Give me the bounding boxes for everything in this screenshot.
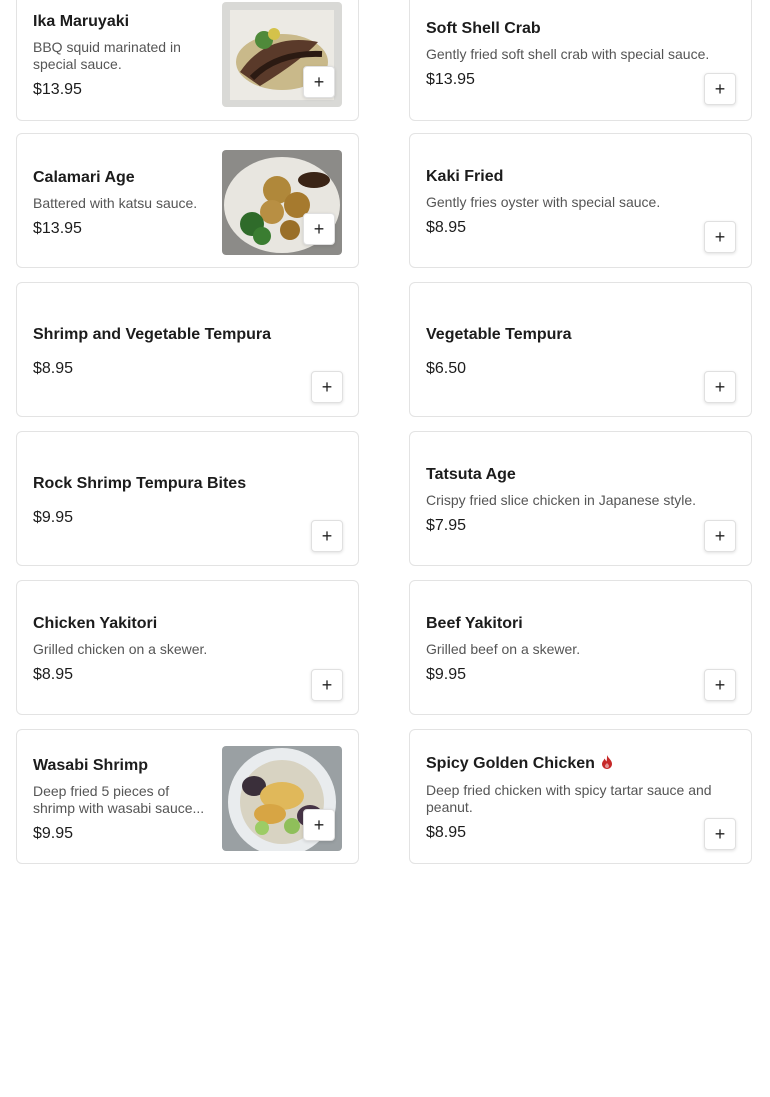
plus-icon: + <box>321 675 333 695</box>
item-price: $13.95 <box>33 81 82 98</box>
item-description: Battered with katsu sauce. <box>33 195 198 211</box>
plus-icon: + <box>321 526 333 546</box>
item-name: Wasabi Shrimp <box>33 757 148 774</box>
item-name: Calamari Age <box>33 169 135 186</box>
item-description: Gently fried soft shell crab with specia… <box>426 46 710 62</box>
menu-item-card[interactable]: Shrimp and Vegetable Tempura $8.95 + <box>16 282 359 417</box>
item-description: Crispy fried slice chicken in Japanese s… <box>426 492 697 508</box>
add-to-cart-button[interactable]: + <box>704 669 736 701</box>
menu-item-card[interactable]: Soft Shell Crab Gently fried soft shell … <box>409 0 752 121</box>
item-name: Vegetable Tempura <box>426 326 572 343</box>
menu-item-card[interactable]: Rock Shrimp Tempura Bites $9.95 + <box>16 431 359 566</box>
item-description: Deep fried chicken with spicy tartar sau… <box>426 782 712 815</box>
item-name: Kaki Fried <box>426 168 504 185</box>
item-description: Grilled beef on a skewer. <box>426 641 581 657</box>
add-to-cart-button[interactable]: + <box>704 73 736 105</box>
item-price: $8.95 <box>426 824 467 841</box>
add-to-cart-button[interactable]: + <box>704 818 736 850</box>
flame-icon <box>601 755 613 774</box>
item-description: BBQ squid marinated in special sauce. <box>33 39 181 72</box>
item-name: Ika Maruyaki <box>33 13 130 30</box>
plus-icon: + <box>714 824 726 844</box>
menu-item-card[interactable]: Tatsuta Age Crispy fried slice chicken i… <box>409 431 752 566</box>
menu-item-card[interactable]: Spicy Golden Chicken Deep fried chicken … <box>409 729 752 864</box>
item-name-text: Spicy Golden Chicken <box>426 755 595 772</box>
item-price: $9.95 <box>33 509 74 526</box>
add-to-cart-button[interactable]: + <box>311 669 343 701</box>
plus-icon: + <box>714 377 726 397</box>
item-description: Deep fried 5 pieces of shrimp with wasab… <box>33 783 205 816</box>
item-price: $13.95 <box>426 71 475 88</box>
item-price: $9.95 <box>33 825 74 842</box>
item-price: $9.95 <box>426 666 467 683</box>
item-name: Shrimp and Vegetable Tempura <box>33 326 271 343</box>
add-to-cart-button[interactable]: + <box>311 520 343 552</box>
menu-item-card[interactable]: Kaki Fried Gently fries oyster with spec… <box>409 133 752 268</box>
add-to-cart-button[interactable]: + <box>704 520 736 552</box>
item-name: Soft Shell Crab <box>426 20 541 37</box>
item-description: Grilled chicken on a skewer. <box>33 641 208 657</box>
menu-item-card[interactable]: Wasabi Shrimp Deep fried 5 pieces of shr… <box>16 729 359 864</box>
item-price: $8.95 <box>33 666 74 683</box>
item-price: $8.95 <box>33 360 74 377</box>
add-to-cart-button[interactable]: + <box>704 371 736 403</box>
plus-icon: + <box>714 526 726 546</box>
item-description: Gently fries oyster with special sauce. <box>426 194 661 210</box>
item-price: $13.95 <box>33 220 82 237</box>
menu-item-card[interactable]: Chicken Yakitori Grilled chicken on a sk… <box>16 580 359 715</box>
add-to-cart-button[interactable]: + <box>303 213 335 245</box>
item-name: Beef Yakitori <box>426 615 523 632</box>
menu-item-card[interactable]: Beef Yakitori Grilled beef on a skewer. … <box>409 580 752 715</box>
menu-item-card[interactable]: Vegetable Tempura $6.50 + <box>409 282 752 417</box>
add-to-cart-button[interactable]: + <box>704 221 736 253</box>
menu-item-card[interactable]: Ika Maruyaki BBQ squid marinated in spec… <box>16 0 359 121</box>
item-name: Rock Shrimp Tempura Bites <box>33 475 247 492</box>
item-name: Spicy Golden Chicken <box>426 755 613 774</box>
plus-icon: + <box>714 79 726 99</box>
add-to-cart-button[interactable]: + <box>311 371 343 403</box>
plus-icon: + <box>321 377 333 397</box>
plus-icon: + <box>313 219 325 239</box>
item-price: $6.50 <box>426 360 467 377</box>
plus-icon: + <box>714 675 726 695</box>
add-to-cart-button[interactable]: + <box>303 66 335 98</box>
item-price: $7.95 <box>426 517 467 534</box>
plus-icon: + <box>313 72 325 92</box>
plus-icon: + <box>313 815 325 835</box>
menu-item-card[interactable]: Calamari Age Battered with katsu sauce. … <box>16 133 359 268</box>
item-name: Tatsuta Age <box>426 466 516 483</box>
item-price: $8.95 <box>426 219 467 236</box>
item-name: Chicken Yakitori <box>33 615 158 632</box>
plus-icon: + <box>714 227 726 247</box>
add-to-cart-button[interactable]: + <box>303 809 335 841</box>
